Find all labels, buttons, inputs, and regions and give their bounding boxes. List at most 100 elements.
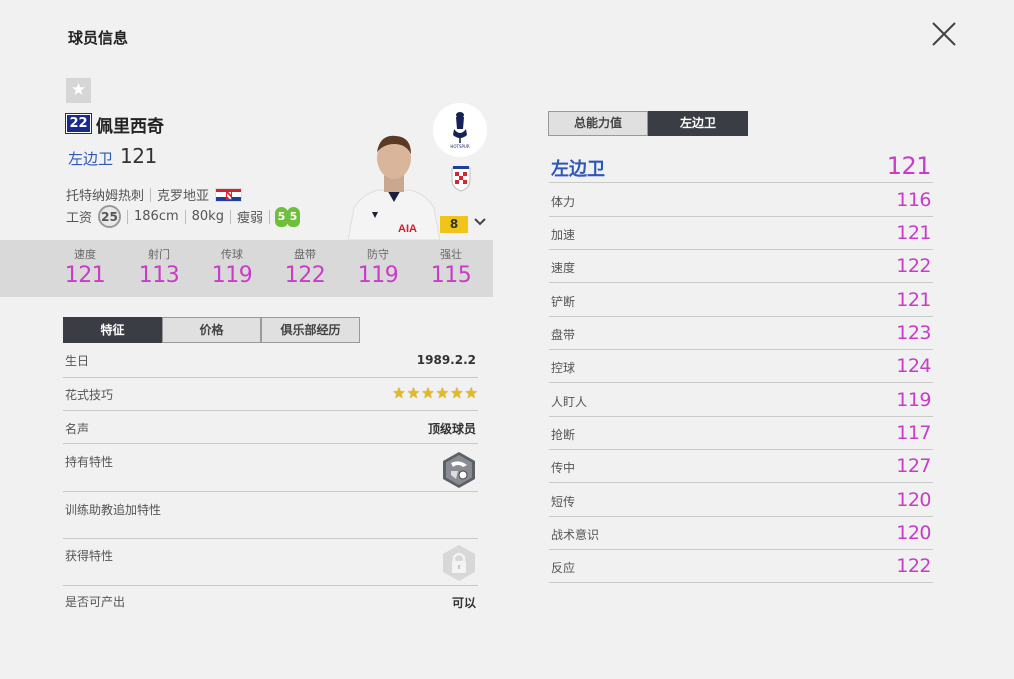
attribute-label: 铲断: [551, 295, 576, 309]
stat-value: 113: [138, 263, 180, 288]
attribute-value: 124: [896, 355, 931, 377]
close-icon[interactable]: [930, 20, 958, 48]
reputation-value: 顶级球员: [427, 422, 476, 436]
divider: [184, 209, 186, 224]
attribute-value: 121: [896, 289, 931, 311]
stat-label: 盘带: [294, 248, 316, 261]
croatia-flag-icon: [215, 187, 243, 202]
tab-club-history[interactable]: 俱乐部经历: [261, 317, 360, 343]
attribute-row: 体力 116: [549, 184, 933, 217]
attribute-row: 盘带 123: [549, 317, 933, 350]
stat-pace: 速度 121: [55, 246, 115, 288]
club-logo-icon: HOTSPUR: [433, 103, 487, 157]
position-summary-value: 121: [886, 152, 932, 180]
wage-label: 工资: [66, 211, 93, 226]
producible-label: 是否可产出: [65, 595, 126, 609]
attribute-row: 人盯人 119: [549, 384, 933, 417]
attribute-row: 短传 120: [549, 484, 933, 517]
acquired-traits-label: 获得特性: [65, 549, 114, 563]
stat-label: 传球: [221, 248, 243, 261]
stat-value: 119: [211, 263, 253, 288]
enhance-level-badge[interactable]: 8: [440, 216, 468, 233]
attribute-value: 120: [896, 489, 931, 511]
attribute-label: 体力: [551, 195, 576, 209]
wage-badge: 25: [98, 205, 122, 228]
stat-physical: 强壮 115: [421, 246, 481, 288]
right-foot-icon: 5: [286, 206, 300, 227]
lock-icon: [443, 545, 475, 581]
attribute-label: 控球: [551, 361, 576, 375]
attribute-value: 121: [896, 222, 931, 244]
reputation-label: 名声: [65, 422, 90, 436]
attribute-label: 人盯人: [551, 395, 588, 409]
player-number-badge: 22: [65, 113, 92, 134]
stat-shooting: 射门 113: [129, 246, 189, 288]
attribute-label: 战术意识: [551, 528, 600, 542]
tab-traits[interactable]: 特征: [63, 317, 162, 343]
star-icon: ★: [421, 384, 435, 402]
attribute-value: 119: [896, 389, 931, 411]
attribute-label: 加速: [551, 228, 576, 242]
birthday-row: 生日 1989.2.2: [63, 345, 478, 378]
traits-row: 持有特性: [63, 444, 478, 492]
stat-dribbling: 盘带 122: [275, 246, 335, 288]
stat-label: 速度: [74, 248, 96, 261]
height-value: 186cm: [134, 209, 179, 224]
attribute-row: 加速 121: [549, 217, 933, 250]
position-summary: 左边卫 121: [549, 152, 933, 183]
svg-text:HOTSPUR: HOTSPUR: [450, 144, 469, 149]
skill-stars: ★ ★ ★ ★ ★ ★: [392, 385, 478, 401]
attribute-label: 传中: [551, 461, 576, 475]
position-rating: 121: [120, 144, 157, 168]
divider: [268, 209, 270, 224]
attribute-value: 120: [896, 522, 931, 544]
stat-value: 121: [64, 263, 106, 288]
attribute-row: 铲断 121: [549, 284, 933, 317]
tab-overall[interactable]: 总能力值: [548, 111, 648, 136]
player-name: 佩里西奇: [96, 117, 164, 137]
attribute-row: 反应 122: [549, 550, 933, 583]
club-nation-line: 托特纳姆热刺 克罗地亚: [66, 185, 243, 204]
attribute-row: 控球 124: [549, 350, 933, 383]
reputation-row: 名声 顶级球员: [63, 411, 478, 444]
producible-row: 是否可产出 可以: [63, 586, 478, 616]
stat-defending: 防守 119: [348, 246, 408, 288]
skill-moves-label: 花式技巧: [65, 388, 114, 402]
attribute-value: 123: [896, 322, 931, 344]
stat-value: 122: [284, 263, 326, 288]
attribute-row: 抢断 117: [549, 417, 933, 450]
player-position: 左边卫: [68, 150, 114, 168]
weak-foot-group: 5 5: [274, 206, 300, 227]
main-stats-bar: 速度 121 射门 113 传球 119 盘带 122 防守 119 强壮 115: [0, 240, 493, 297]
star-icon: ★: [406, 384, 421, 402]
player-photo: AIA: [348, 135, 440, 240]
favorite-star-icon[interactable]: ★: [66, 78, 91, 103]
attribute-label: 反应: [551, 561, 576, 575]
coach-traits-row: 训练助教追加特性: [63, 492, 478, 539]
acquired-traits-row: 获得特性: [63, 539, 478, 586]
chevron-down-icon[interactable]: [472, 214, 488, 230]
stat-passing: 传球 119: [202, 246, 262, 288]
coach-traits-label: 训练助教追加特性: [65, 503, 162, 517]
star-icon: ★: [435, 384, 450, 402]
attribute-value: 116: [896, 189, 931, 211]
attribute-label: 抢断: [551, 428, 576, 442]
position-summary-label: 左边卫: [551, 159, 605, 180]
stat-value: 115: [430, 263, 472, 288]
attribute-row: 战术意识 120: [549, 517, 933, 550]
tab-price[interactable]: 价格: [162, 317, 261, 343]
stat-label: 防守: [367, 248, 389, 261]
tab-position-lb[interactable]: 左边卫: [648, 111, 748, 136]
attribute-label: 盘带: [551, 328, 576, 342]
attribute-value: 122: [896, 555, 931, 577]
divider: [127, 209, 129, 224]
star-icon: ★: [392, 384, 406, 402]
attribute-value: 122: [896, 255, 931, 277]
body-type: 瘦弱: [236, 211, 263, 226]
nation-name: 克罗地亚: [157, 189, 210, 204]
traits-label: 持有特性: [65, 455, 114, 469]
club-name: 托特纳姆热刺: [66, 189, 145, 204]
attribute-value: 117: [896, 422, 931, 444]
star-icon: ★: [450, 384, 464, 402]
trait-icon[interactable]: [442, 451, 476, 489]
